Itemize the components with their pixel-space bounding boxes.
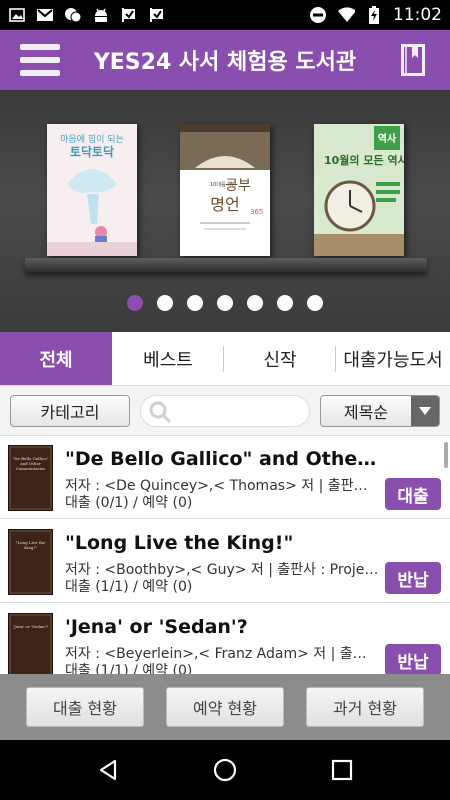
book-cover: "De Bello Gallico" and Other Commentarie… [8,445,53,511]
system-nav-bar [0,740,450,800]
gmail-icon [36,7,54,23]
pagination-dot[interactable] [307,295,323,311]
loan-status: 대출 (1/1) / 예약 (0) [65,579,193,595]
list-scrollbar[interactable] [444,442,448,468]
carousel-pagination [0,295,450,311]
tab-label: 대출가능도서 [343,349,443,371]
check-flag-icon [120,7,138,23]
loan-status-button[interactable]: 대출 현황 [26,687,144,727]
android-icon [92,7,110,23]
carousel-book-3[interactable]: 역사 10월의 모든 역사 [314,124,404,256]
do-not-disturb-icon [309,7,327,23]
chat-icon [64,7,82,23]
tab-new[interactable]: 신작 [224,332,336,385]
pagination-dot[interactable] [127,295,143,311]
svg-text:역사: 역사 [378,132,397,145]
reservation-status-button[interactable]: 예약 현황 [166,687,284,727]
svg-text:토닥토닥: 토닥토닥 [70,144,114,159]
list-item[interactable]: "Long Live the King!" "Long Live the Kin… [0,520,450,603]
sort-label: 제목순 [343,403,389,422]
app-bar: YES24 사서 체험용 도서관 [0,30,450,90]
book-title: "De Bello Gallico" and Other Com... [65,448,379,470]
borrow-button[interactable]: 대출 [385,478,441,510]
pagination-dot[interactable] [247,295,263,311]
shelf-plank [25,258,427,272]
app-title: YES24 사서 체험용 도서관 [93,50,357,75]
svg-text:10월의 모든 역사: 10월의 모든 역사 [324,153,404,167]
list-item[interactable]: "De Bello Gallico" and Other Commentarie… [0,436,450,519]
chevron-down-icon [411,396,439,426]
tab-available[interactable]: 대출가능도서 [336,332,450,385]
search-input[interactable] [140,395,310,427]
book-title: "Long Live the King!" [65,532,294,554]
filter-bar: 카테고리 제목순 [0,386,450,436]
sort-dropdown[interactable]: 제목순 [320,395,440,427]
list-item[interactable]: 'Jena' or 'Sedan'? 'Jena' or 'Sedan'? 저자… [0,604,450,674]
recents-icon[interactable] [322,750,362,790]
battery-charging-icon [365,6,383,24]
svg-text:공부: 공부 [225,178,251,194]
home-icon[interactable] [205,750,245,790]
return-button[interactable]: 반납 [385,644,441,674]
cover-text: "De Bello Gallico" and Other Commentarie… [12,456,49,471]
check-flag-icon [148,7,166,23]
hamburger-menu-icon[interactable] [18,40,62,80]
book-cover: "Long Live the King!" [8,529,53,595]
cover-text: 'Jena' or 'Sedan'? [13,624,48,629]
tab-label: 베스트 [143,349,193,371]
return-button[interactable]: 반납 [385,562,441,594]
wifi-icon [337,7,355,23]
footer-bar: 대출 현황 예약 현황 과거 현황 [0,674,450,740]
tab-label: 신작 [263,349,297,371]
status-bar: 11:02 [0,0,450,30]
bookmark-icon[interactable] [398,42,428,78]
book-cover: 'Jena' or 'Sedan'? [8,613,53,674]
svg-text:365: 365 [250,208,263,216]
search-icon [147,399,173,429]
category-button[interactable]: 카테고리 [10,395,130,427]
image-icon [8,7,26,23]
back-icon[interactable] [88,750,128,790]
svg-text:명언: 명언 [210,195,239,214]
pagination-dot[interactable] [157,295,173,311]
tab-label: 전체 [39,349,73,371]
loan-status: 대출 (0/1) / 예약 (0) [65,495,193,511]
carousel-book-2[interactable]: 10대를 위한 공부 명언 365 [180,124,270,256]
pagination-dot[interactable] [217,295,233,311]
pagination-dot[interactable] [187,295,203,311]
tab-all[interactable]: 전체 [0,332,112,385]
svg-text:마음에 힘이 되는: 마음에 힘이 되는 [60,134,124,145]
tab-best[interactable]: 베스트 [112,332,224,385]
clock: 11:02 [393,5,442,25]
loan-status: 대출 (1/1) / 예약 (0) [65,663,193,674]
book-carousel[interactable]: 마음에 힘이 되는 토닥토닥 10대를 위한 공부 명언 365 역사 10월의… [0,90,450,332]
book-list[interactable]: "De Bello Gallico" and Other Commentarie… [0,436,450,674]
carousel-book-1[interactable]: 마음에 힘이 되는 토닥토닥 [47,124,137,256]
pagination-dot[interactable] [277,295,293,311]
cover-text: "Long Live the King!" [15,540,46,550]
history-status-button[interactable]: 과거 현황 [306,687,424,727]
book-title: 'Jena' or 'Sedan'? [65,616,248,638]
tab-bar: 전체 베스트 신작 대출가능도서 [0,332,450,386]
